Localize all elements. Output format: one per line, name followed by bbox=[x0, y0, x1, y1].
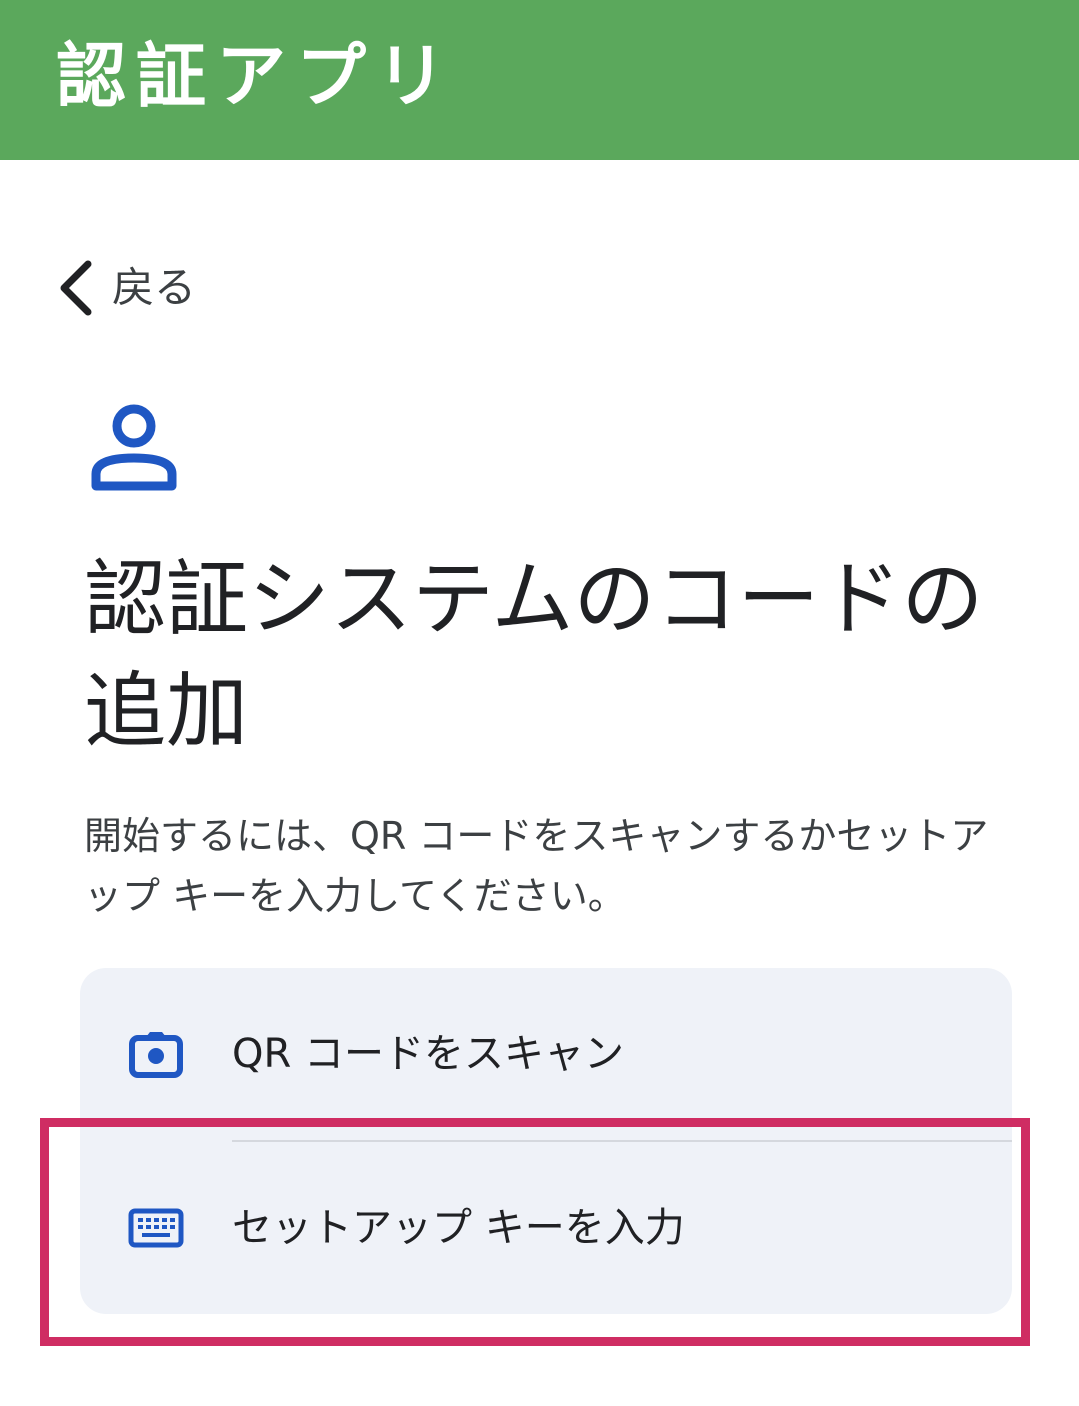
chevron-left-icon bbox=[60, 260, 92, 316]
keyboard-icon bbox=[128, 1208, 184, 1248]
account-icon bbox=[91, 404, 177, 491]
enter-setup-key-option[interactable]: セットアップ キーを入力 bbox=[80, 1142, 1012, 1314]
setup-options-card: QR コードをスキャン セットアップ キーを入力 bbox=[80, 968, 1012, 1314]
instructions-text: 開始するには、QR コードをスキャンするかセットアップ キーを入力してください。 bbox=[84, 814, 989, 918]
scan-qr-code-option[interactable]: QR コードをスキャン bbox=[80, 968, 1012, 1140]
scan-qr-code-label: QR コードをスキャン bbox=[232, 1031, 624, 1077]
back-label: 戻る bbox=[112, 263, 197, 312]
back-button[interactable]: 戻る bbox=[56, 258, 196, 318]
enter-setup-key-label: セットアップ キーを入力 bbox=[232, 1205, 685, 1251]
banner-title: 認証アプリ bbox=[56, 35, 456, 117]
camera-icon bbox=[129, 1032, 183, 1078]
top-banner: 認証アプリ bbox=[0, 0, 1079, 160]
page-title: 認証システムのコードの追加 bbox=[84, 552, 984, 759]
